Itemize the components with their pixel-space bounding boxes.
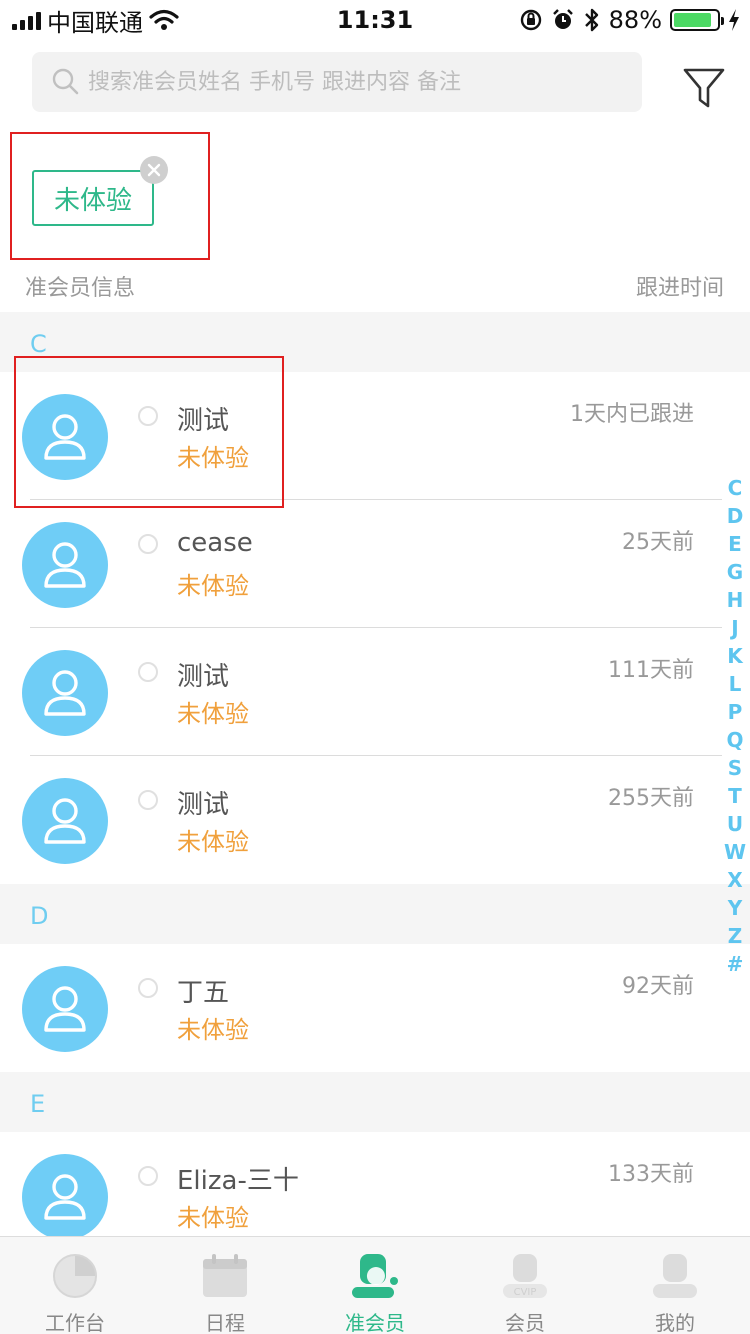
person-icon [44,798,86,844]
tag-remove-button[interactable] [140,156,168,184]
bluetooth-icon [584,8,598,32]
index-letter[interactable]: K [722,642,748,670]
follow-up-time: 255天前 [608,786,694,811]
index-letter[interactable]: T [722,782,748,810]
person-icon [653,1254,697,1298]
tab-prospects[interactable]: 准会员 [300,1237,450,1334]
tab-members[interactable]: CVIP 会员 [450,1237,600,1334]
pie-chart-icon [53,1254,97,1298]
search-icon [52,68,79,95]
select-radio[interactable] [138,978,158,998]
row-highlight-box [14,356,284,508]
tab-label: 工作台 [45,1311,105,1334]
index-letter[interactable]: P [722,698,748,726]
follow-up-time: 133天前 [608,1162,694,1187]
member-name: 测试 [177,790,230,820]
member-status: 未体验 [177,1016,249,1044]
filter-icon[interactable] [682,66,726,110]
tab-label: 准会员 [345,1311,405,1334]
index-letter[interactable]: E [722,530,748,558]
section-letter: C [30,330,47,358]
list-header-time: 跟进时间 [635,276,724,301]
orientation-lock-icon [520,9,541,31]
index-letter[interactable]: Z [722,922,748,950]
member-name: Eliza-三十 [177,1166,299,1196]
avatar [22,522,108,608]
prospect-member-icon [352,1254,398,1298]
avatar [22,778,108,864]
list-item[interactable]: 测试 未体验 111天前 [0,628,750,756]
index-letter[interactable]: Y [722,894,748,922]
index-letter[interactable]: # [722,950,748,978]
person-icon [44,670,86,716]
person-icon [44,542,86,588]
battery-percent: 88% [608,6,662,34]
index-letter[interactable]: G [722,558,748,586]
member-name: 测试 [177,662,230,692]
alphabet-index[interactable]: C D E G H J K L P Q S T U W X Y Z # [722,474,748,978]
svg-text:CVIP: CVIP [514,1287,537,1298]
tab-label: 会员 [505,1311,545,1334]
index-letter[interactable]: U [722,810,748,838]
battery-icon [670,9,724,31]
section-letter: E [30,1090,46,1118]
select-radio[interactable] [138,790,158,810]
index-letter[interactable]: H [722,586,748,614]
follow-up-time: 25天前 [622,530,694,555]
index-letter[interactable]: L [722,670,748,698]
filter-tag[interactable]: 未体验 [32,170,154,226]
tab-schedule[interactable]: 日程 [150,1237,300,1334]
section-header-d: D [0,884,750,946]
tab-label: 日程 [205,1311,245,1334]
member-name: 丁五 [177,978,230,1008]
close-icon [147,163,161,177]
search-bar[interactable] [32,52,642,112]
list-header: 准会员信息 跟进时间 [0,266,750,306]
member-name: cease [177,528,253,558]
vip-member-icon: CVIP [503,1254,547,1298]
status-bar: 中国联通 11:31 88% [0,0,750,40]
follow-up-time: 92天前 [622,974,694,999]
person-icon [44,1174,86,1220]
member-status: 未体验 [177,572,249,600]
avatar [22,650,108,736]
member-status: 未体验 [177,700,249,728]
select-radio[interactable] [138,1166,158,1186]
list-item[interactable]: 测试 未体验 255天前 [0,756,750,884]
index-letter[interactable]: Q [722,726,748,754]
avatar [22,1154,108,1240]
tab-label: 我的 [655,1311,695,1334]
avatar [22,966,108,1052]
list-item[interactable]: 丁五 未体验 92天前 [0,944,750,1072]
select-radio[interactable] [138,662,158,682]
list-item[interactable]: cease 未体验 25天前 [0,500,750,628]
alarm-icon [552,9,573,29]
list-header-info: 准会员信息 [25,276,136,301]
select-radio[interactable] [138,534,158,554]
search-input[interactable] [88,69,628,95]
index-letter[interactable]: C [722,474,748,502]
follow-up-time: 1天内已跟进 [570,402,694,427]
index-letter[interactable]: J [722,614,748,642]
index-letter[interactable]: W [722,838,748,866]
tab-workbench[interactable]: 工作台 [0,1237,150,1334]
section-header-e: E [0,1072,750,1134]
status-right: 88% [519,6,740,34]
tab-bar: 工作台 日程 准会员 CVIP 会员 我的 [0,1236,750,1334]
member-status: 未体验 [177,828,249,856]
member-status: 未体验 [177,1204,249,1232]
index-letter[interactable]: X [722,866,748,894]
section-letter: D [30,902,49,930]
charging-icon [729,9,739,31]
tab-mine[interactable]: 我的 [600,1237,750,1334]
index-letter[interactable]: D [722,502,748,530]
calendar-icon [203,1254,247,1297]
follow-up-time: 111天前 [608,658,694,683]
person-icon [44,986,86,1032]
index-letter[interactable]: S [722,754,748,782]
